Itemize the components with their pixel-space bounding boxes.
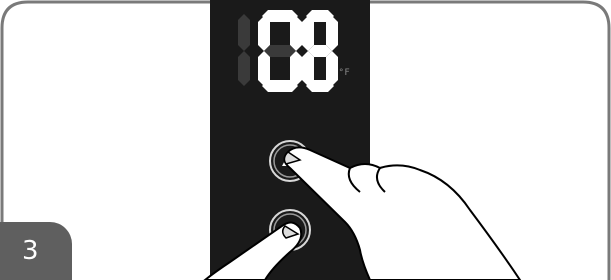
illustration [0,0,611,280]
temperature-unit: °F [339,68,351,78]
step-number: 3 [22,236,39,266]
